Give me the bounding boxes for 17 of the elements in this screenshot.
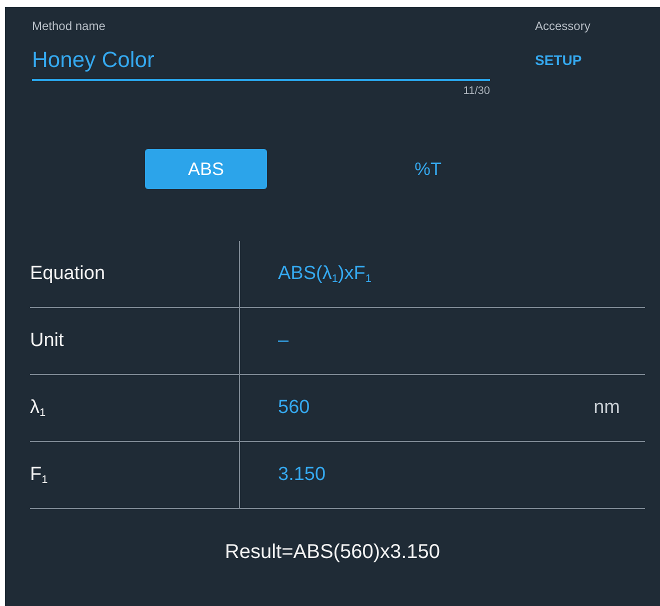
setup-link[interactable]: SETUP [535, 52, 590, 68]
parameter-value[interactable]: 3.150 [278, 464, 326, 486]
parameter-name: Equation [30, 263, 106, 285]
character-counter: 11/30 [462, 85, 490, 97]
parameter-value[interactable]: – [278, 330, 289, 352]
parameter-name: Unit [30, 330, 64, 352]
input-field[interactable]: Honey Color [32, 35, 490, 81]
parameter-name: λ$_{1}$ [30, 397, 46, 419]
mode-tab[interactable]: %T [367, 149, 489, 189]
unit-label: nm [594, 397, 621, 419]
parameter-value[interactable]: ABS(λ$_{1}$)xF$_{1}$ [278, 263, 372, 285]
parameter-name: F$_{1}$ [30, 464, 48, 486]
result-text: Result=ABS(560)x3.150 [224, 541, 440, 564]
field-label: Method name [32, 19, 106, 33]
mode-tab[interactable]: ABS [145, 149, 267, 189]
parameter-value[interactable]: 560 [278, 397, 310, 419]
accessory-label: Accessory [535, 19, 590, 33]
